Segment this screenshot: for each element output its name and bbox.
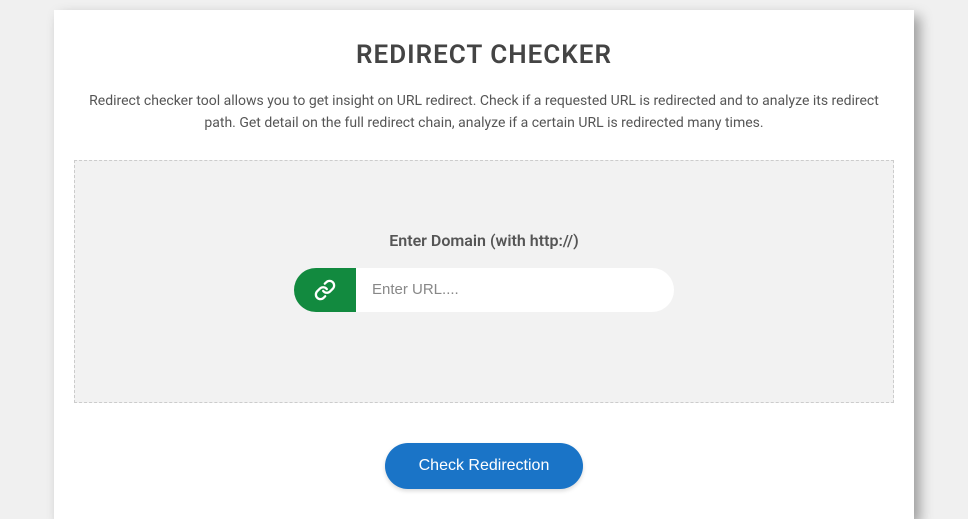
check-redirection-button[interactable]: Check Redirection — [385, 443, 584, 489]
main-card: REDIRECT CHECKER Redirect checker tool a… — [54, 10, 914, 519]
page-description: Redirect checker tool allows you to get … — [74, 90, 894, 135]
page-title: REDIRECT CHECKER — [74, 40, 894, 70]
input-panel: Enter Domain (with http://) — [74, 160, 894, 403]
submit-row: Check Redirection — [74, 443, 894, 489]
domain-input-label: Enter Domain (with http://) — [95, 231, 873, 250]
link-icon — [294, 268, 356, 312]
url-input-group — [294, 268, 674, 312]
url-input[interactable] — [356, 268, 674, 312]
